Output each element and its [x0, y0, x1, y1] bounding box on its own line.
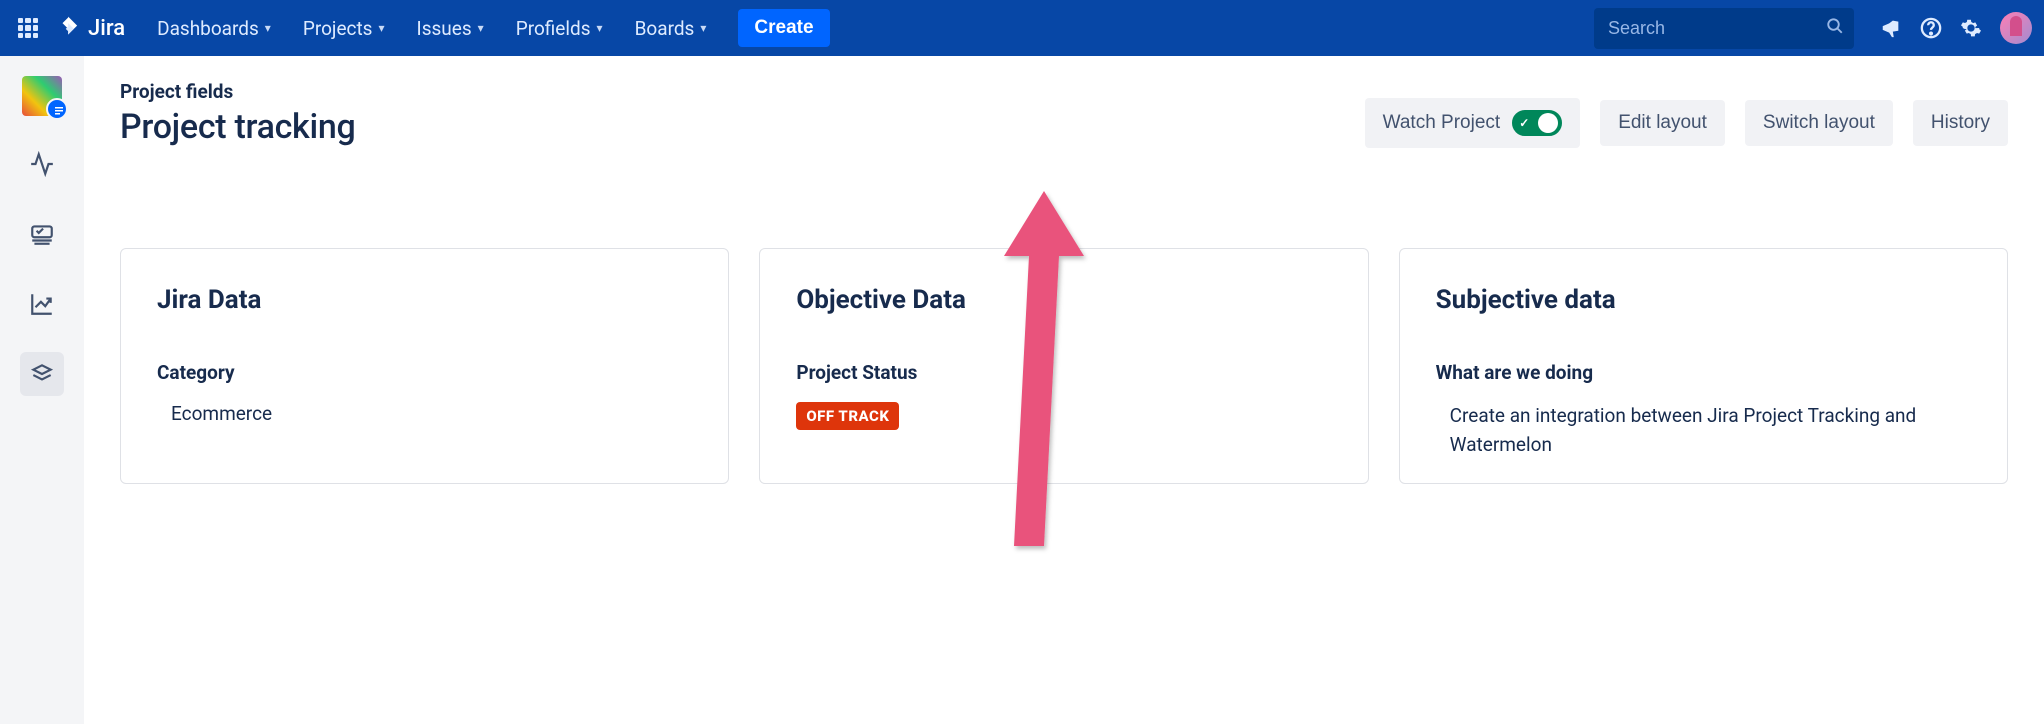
card-title: Subjective data — [1436, 285, 1971, 315]
watch-project-button[interactable]: Watch Project ✓ — [1365, 98, 1581, 148]
card-title: Objective Data — [796, 285, 1331, 315]
cards-row: Jira Data Category Ecommerce Objective D… — [120, 248, 2008, 484]
page-title: Project tracking — [120, 107, 355, 147]
nav-boards[interactable]: Boards ▾ — [621, 9, 721, 48]
chevron-down-icon: ▾ — [700, 21, 706, 35]
jira-logo-icon — [56, 15, 82, 41]
feedback-icon[interactable] — [1880, 17, 1902, 39]
nav-profields-label: Profields — [516, 17, 591, 40]
breadcrumb: Project fields — [120, 80, 355, 103]
history-button[interactable]: History — [1913, 100, 2008, 146]
header-actions: Watch Project ✓ Edit layout Switch layou… — [1365, 80, 2008, 148]
project-avatar[interactable] — [22, 76, 62, 116]
status-badge: OFF TRACK — [796, 402, 899, 430]
nav-issues-label: Issues — [417, 17, 472, 40]
search-wrap — [1594, 8, 1854, 49]
create-button[interactable]: Create — [738, 9, 829, 47]
card-title: Jira Data — [157, 285, 692, 315]
left-sidebar — [0, 56, 84, 724]
field-label: Project Status — [796, 361, 1331, 384]
nav-items: Dashboards ▾ Projects ▾ Issues ▾ Profields ▾… — [143, 9, 720, 48]
watch-project-label: Watch Project — [1383, 112, 1501, 134]
search-input[interactable] — [1594, 8, 1854, 49]
nav-dashboards[interactable]: Dashboards ▾ — [143, 9, 285, 48]
jira-logo[interactable]: Jira — [56, 15, 125, 41]
jira-logo-text: Jira — [88, 16, 125, 41]
sidebar-reports-icon[interactable] — [20, 282, 64, 326]
field-label: Category — [157, 361, 692, 384]
nav-boards-label: Boards — [635, 17, 695, 40]
search-icon[interactable] — [1826, 17, 1844, 39]
sidebar-profields-icon[interactable] — [20, 352, 64, 396]
card-objective-data: Objective Data Project Status OFF TRACK — [759, 248, 1368, 484]
sidebar-backlog-icon[interactable] — [20, 212, 64, 256]
top-icons — [1880, 12, 2032, 44]
top-nav: Jira Dashboards ▾ Projects ▾ Issues ▾ Profi… — [0, 0, 2044, 56]
watch-toggle[interactable]: ✓ — [1512, 110, 1562, 136]
card-subjective-data: Subjective data What are we doing Create… — [1399, 248, 2008, 484]
chevron-down-icon: ▾ — [265, 21, 271, 35]
nav-projects[interactable]: Projects ▾ — [289, 9, 399, 48]
header-row: Project fields Project tracking Watch Pr… — [120, 80, 2008, 148]
help-icon[interactable] — [1920, 17, 1942, 39]
nav-dashboards-label: Dashboards — [157, 17, 259, 40]
settings-icon[interactable] — [1960, 17, 1982, 39]
chevron-down-icon: ▾ — [379, 21, 385, 35]
user-avatar[interactable] — [2000, 12, 2032, 44]
check-icon: ✓ — [1519, 116, 1529, 130]
main-content: Project fields Project tracking Watch Pr… — [84, 56, 2044, 724]
nav-profields[interactable]: Profields ▾ — [502, 9, 617, 48]
edit-layout-button[interactable]: Edit layout — [1600, 100, 1725, 146]
field-label: What are we doing — [1436, 361, 1971, 384]
app-switcher-icon[interactable] — [12, 12, 44, 44]
nav-issues[interactable]: Issues ▾ — [403, 9, 498, 48]
switch-layout-button[interactable]: Switch layout — [1745, 100, 1893, 146]
field-body: Create an integration between Jira Proje… — [1436, 402, 1971, 459]
nav-projects-label: Projects — [303, 17, 373, 40]
field-value: Ecommerce — [157, 402, 692, 425]
chevron-down-icon: ▾ — [478, 21, 484, 35]
chevron-down-icon: ▾ — [597, 21, 603, 35]
toggle-knob — [1538, 113, 1558, 133]
card-jira-data: Jira Data Category Ecommerce — [120, 248, 729, 484]
sidebar-activity-icon[interactable] — [20, 142, 64, 186]
